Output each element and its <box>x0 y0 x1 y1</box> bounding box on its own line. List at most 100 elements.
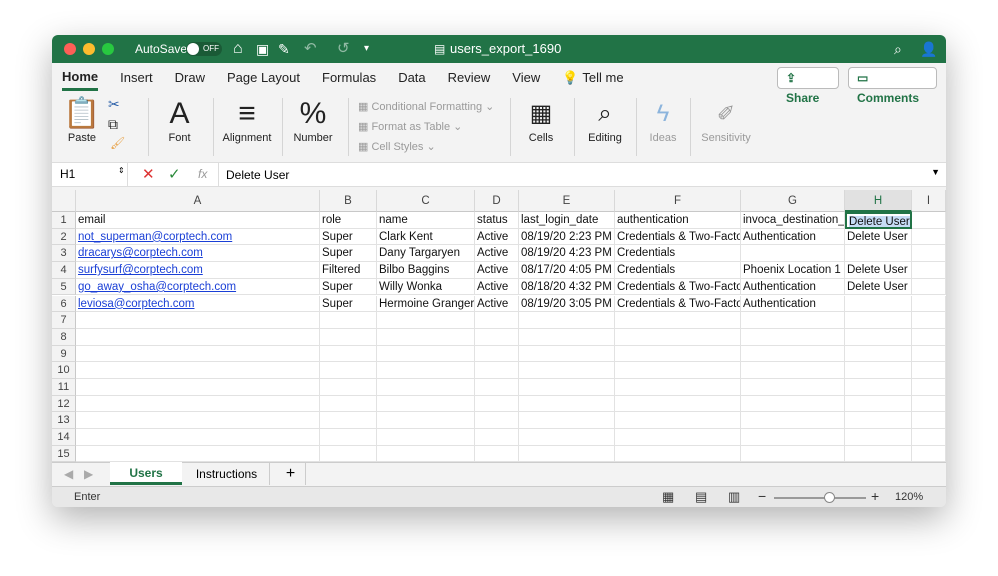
empty-cell[interactable] <box>615 362 741 379</box>
empty-cell[interactable] <box>912 412 946 430</box>
expand-formula-icon[interactable]: ▼ <box>931 167 940 177</box>
cell-authentication[interactable]: authentication <box>615 212 741 229</box>
empty-cell[interactable] <box>320 379 377 396</box>
cell-invoca-destination[interactable]: Authentication <box>741 295 845 313</box>
name-box[interactable]: H1 <box>52 163 128 186</box>
font-button[interactable]: A Font <box>157 96 202 144</box>
empty-cell[interactable] <box>912 379 946 396</box>
row-header[interactable]: 2 <box>52 228 76 246</box>
home-icon[interactable]: ⌂ <box>233 35 243 63</box>
conditional-formatting-button[interactable]: ▦ Conditional Formatting ⌄ <box>358 100 494 113</box>
empty-cell[interactable] <box>845 345 912 363</box>
empty-cell[interactable] <box>76 362 320 379</box>
sheet-tab-users[interactable]: Users <box>110 462 182 485</box>
tab-home[interactable]: Home <box>62 65 99 91</box>
row-header[interactable]: 7 <box>52 312 76 329</box>
cell-email[interactable]: go_away_osha@corptech.com <box>76 278 320 296</box>
insert-function-icon[interactable]: fx <box>198 167 207 181</box>
empty-cell[interactable] <box>377 379 475 396</box>
cell-authentication[interactable]: Credentials & Two-Factor <box>615 295 741 313</box>
empty-cell[interactable] <box>475 362 519 379</box>
customize-toolbar-icon[interactable]: ▾ <box>364 35 369 63</box>
cell-authentication[interactable]: Credentials <box>615 262 741 279</box>
normal-view-icon[interactable]: ▦ <box>662 489 674 505</box>
empty-cell[interactable] <box>912 228 946 246</box>
empty-cell[interactable] <box>76 379 320 396</box>
enter-icon[interactable]: ✓ <box>168 165 181 183</box>
cell-delete-user[interactable]: Delete User <box>845 278 912 296</box>
alignment-button[interactable]: ≡ Alignment <box>218 96 276 144</box>
tab-draw[interactable]: Draw <box>175 66 205 89</box>
empty-cell[interactable] <box>475 379 519 396</box>
page-break-view-icon[interactable]: ▥ <box>728 489 740 505</box>
column-header-E[interactable]: E <box>519 190 615 212</box>
cell-last-login-date[interactable]: 08/19/20 2:23 PM <box>519 228 615 246</box>
empty-cell[interactable] <box>519 445 615 463</box>
column-header-H[interactable]: H <box>845 190 912 212</box>
empty-cell[interactable] <box>76 345 320 363</box>
spreadsheet-grid[interactable]: A B C D E F G H I 1 email role name status last_login_… <box>52 190 946 463</box>
empty-cell[interactable] <box>912 245 946 263</box>
empty-cell[interactable] <box>912 345 946 363</box>
empty-cell[interactable] <box>377 362 475 379</box>
empty-cell[interactable] <box>377 429 475 446</box>
empty-cell[interactable] <box>615 445 741 463</box>
row-header[interactable]: 5 <box>52 278 76 296</box>
empty-cell[interactable] <box>741 328 845 346</box>
empty-cell[interactable] <box>741 379 845 396</box>
comments-button[interactable]: ▭ Comments <box>848 67 937 105</box>
empty-cell[interactable] <box>845 395 912 413</box>
empty-cell[interactable] <box>912 445 946 463</box>
cell-status[interactable]: Active <box>475 228 519 246</box>
empty-cell[interactable] <box>377 345 475 363</box>
cell-last-login-date[interactable]: 08/17/20 4:05 PM <box>519 262 615 279</box>
cell-status[interactable]: Active <box>475 262 519 279</box>
empty-cell[interactable] <box>320 328 377 346</box>
empty-cell[interactable] <box>615 312 741 329</box>
empty-cell[interactable] <box>475 328 519 346</box>
cells-button[interactable]: ▦ Cells <box>518 96 564 144</box>
cell-email[interactable]: surfysurf@corptech.com <box>76 262 320 279</box>
tab-review[interactable]: Review <box>448 66 491 89</box>
cut-icon[interactable]: ✂ <box>108 96 120 113</box>
row-header[interactable]: 6 <box>52 295 76 313</box>
row-header[interactable]: 15 <box>52 445 76 463</box>
empty-cell[interactable] <box>741 445 845 463</box>
cell-authentication[interactable]: Credentials <box>615 245 741 263</box>
cell-delete-user[interactable] <box>845 295 912 313</box>
add-sheet-button[interactable]: + <box>276 463 306 485</box>
edit-icon[interactable]: ✎ <box>278 35 290 63</box>
cell-last-login-date[interactable]: 08/19/20 4:23 PM <box>519 245 615 263</box>
zoom-out-button[interactable]: − <box>758 488 766 504</box>
empty-cell[interactable] <box>475 412 519 430</box>
row-header[interactable]: 4 <box>52 262 76 279</box>
cell-status[interactable]: Active <box>475 245 519 263</box>
cell-status[interactable]: Active <box>475 295 519 313</box>
tab-view[interactable]: View <box>512 66 540 89</box>
empty-cell[interactable] <box>377 395 475 413</box>
empty-cell[interactable] <box>76 412 320 430</box>
empty-cell[interactable] <box>377 328 475 346</box>
column-header-D[interactable]: D <box>475 190 519 212</box>
paste-button[interactable]: 📋 Paste <box>62 96 102 144</box>
column-header-C[interactable]: C <box>377 190 475 212</box>
redo-icon[interactable]: ↺ <box>337 35 350 63</box>
row-header[interactable]: 14 <box>52 429 76 446</box>
zoom-in-button[interactable]: + <box>871 488 879 504</box>
cell-last-login-date[interactable]: 08/19/20 3:05 PM <box>519 295 615 313</box>
empty-cell[interactable] <box>519 429 615 446</box>
cell-delete-user[interactable] <box>845 245 912 263</box>
cell-delete-user[interactable]: Delete User <box>845 212 912 229</box>
row-header[interactable]: 8 <box>52 328 76 346</box>
empty-cell[interactable] <box>377 445 475 463</box>
tab-page-layout[interactable]: Page Layout <box>227 66 300 89</box>
tab-data[interactable]: Data <box>398 66 425 89</box>
editing-button[interactable]: ⌕ Editing <box>582 96 628 144</box>
empty-cell[interactable] <box>519 379 615 396</box>
empty-cell[interactable] <box>845 312 912 329</box>
empty-cell[interactable] <box>845 445 912 463</box>
ideas-button[interactable]: ϟ Ideas <box>644 96 682 144</box>
row-header[interactable]: 9 <box>52 345 76 363</box>
autosave-toggle[interactable]: OFF <box>186 42 222 56</box>
empty-cell[interactable] <box>76 445 320 463</box>
